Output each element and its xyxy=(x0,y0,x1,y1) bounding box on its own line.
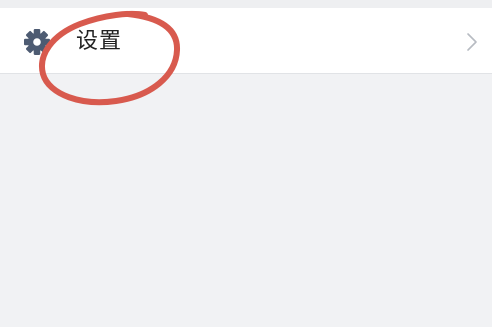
top-divider-strip xyxy=(0,0,492,8)
settings-screen: 设置 xyxy=(0,0,492,327)
chevron-right-icon xyxy=(466,32,478,52)
settings-row[interactable]: 设置 xyxy=(0,8,492,74)
settings-label: 设置 xyxy=(76,29,123,54)
gear-icon xyxy=(23,28,51,56)
